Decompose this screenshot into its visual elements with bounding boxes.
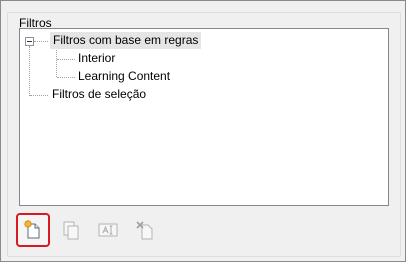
delete-filter-icon [136,221,153,240]
collapse-toggle[interactable] [25,37,34,46]
tree-connector [29,46,30,96]
new-filter-icon [24,220,40,239]
rename-filter-button[interactable] [91,213,125,247]
tree-connector [57,59,75,60]
filters-tree[interactable]: Filtros com base em regras Interior Lear… [19,28,389,206]
tree-connector [34,41,48,42]
new-filter-button[interactable] [16,213,50,247]
tree-item-learning-content[interactable]: Learning Content [78,68,170,85]
delete-filter-button[interactable] [128,213,162,247]
rename-filter-icon [98,223,118,237]
tree-item-label: Learning Content [78,69,171,83]
tree-item-rule-based-filters[interactable]: Filtros com base em regras [50,32,202,49]
tree-connector [56,50,57,77]
tree-item-label: Filtros de seleção [52,87,147,101]
tree-item-label: Interior [78,51,116,65]
tree-item-label: Filtros com base em regras [53,33,199,47]
copy-filter-icon [63,221,79,240]
tree-item-selection-filters[interactable]: Filtros de seleção [52,86,146,103]
tree-connector [30,95,48,96]
filters-panel: Filtros Filtros com base em regras Inter… [0,0,406,262]
copy-filter-button[interactable] [54,213,88,247]
tree-item-interior[interactable]: Interior [78,50,115,67]
tree-connector [57,77,75,78]
